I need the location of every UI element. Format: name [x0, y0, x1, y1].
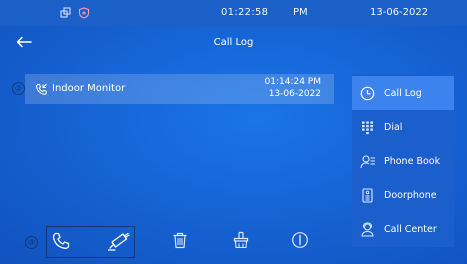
caller-name: Indoor Monitor — [52, 83, 126, 94]
side-item-call-center[interactable]: Call Center — [352, 212, 454, 246]
side-menu: Call Log Dial Phone Book Doorphone Call … — [352, 74, 454, 247]
delete-icon[interactable] — [172, 232, 188, 249]
side-item-label: Dial — [384, 122, 403, 133]
info-icon[interactable] — [291, 231, 309, 249]
callout-marker: ② — [12, 82, 25, 95]
video-call-icon[interactable] — [107, 229, 131, 251]
title-bar: Call Log — [0, 26, 467, 60]
side-item-label: Doorphone — [384, 190, 437, 201]
side-item-label: Phone Book — [384, 156, 441, 167]
callout-marker: ③ — [25, 236, 38, 249]
page-title: Call Log — [213, 37, 254, 48]
network-icon — [60, 7, 71, 18]
incoming-call-icon — [35, 83, 47, 95]
call-date: 13-06-2022 — [268, 89, 321, 99]
side-item-phone-book[interactable]: Phone Book — [352, 144, 454, 178]
call-time: 01:14:24 PM — [264, 77, 321, 87]
call-center-icon — [361, 222, 374, 237]
status-bar: 01:22:58 PM 13-06-2022 — [0, 0, 467, 26]
side-item-doorphone[interactable]: Doorphone — [352, 178, 454, 212]
keypad-icon — [362, 121, 373, 135]
clock-icon — [360, 86, 375, 101]
call-log-entry[interactable]: Indoor Monitor 01:14:24 PM 13-06-2022 — [25, 74, 334, 104]
side-item-call-log[interactable]: Call Log — [352, 76, 454, 110]
status-ampm: PM — [293, 7, 308, 18]
side-item-label: Call Center — [384, 224, 437, 235]
security-shield-icon — [78, 7, 90, 19]
status-date: 13-06-2022 — [370, 7, 429, 18]
audio-call-icon[interactable] — [52, 232, 70, 250]
status-time: 01:22:58 — [221, 7, 269, 18]
side-item-label: Call Log — [384, 88, 422, 99]
doorphone-icon — [362, 188, 373, 203]
clear-all-icon[interactable] — [232, 231, 250, 249]
side-item-dial[interactable]: Dial — [352, 110, 454, 144]
contacts-icon — [360, 155, 375, 169]
